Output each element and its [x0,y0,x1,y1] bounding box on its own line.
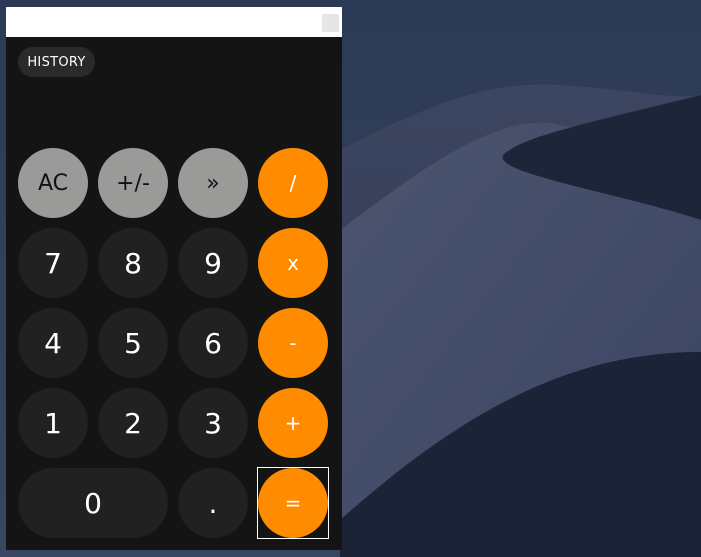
clear-button[interactable]: AC [18,148,88,218]
digit-7-button[interactable]: 7 [18,228,88,298]
calculator-window: HISTORY AC +/- » / 7 8 9 x 4 5 6 - 1 2 3… [6,7,342,550]
digit-4-button[interactable]: 4 [18,308,88,378]
digit-5-button[interactable]: 5 [98,308,168,378]
equals-label: = [258,468,328,538]
backspace-button[interactable]: » [178,148,248,218]
digit-6-button[interactable]: 6 [178,308,248,378]
digit-8-button[interactable]: 8 [98,228,168,298]
subtract-button[interactable]: - [258,308,328,378]
multiply-button[interactable]: x [258,228,328,298]
title-bar[interactable] [6,7,342,37]
decimal-button[interactable]: . [178,468,248,538]
digit-1-button[interactable]: 1 [18,388,88,458]
digit-2-button[interactable]: 2 [98,388,168,458]
equals-button[interactable]: = [257,467,329,539]
result-display [18,87,328,143]
divide-button[interactable]: / [258,148,328,218]
toggle-sign-button[interactable]: +/- [98,148,168,218]
digit-3-button[interactable]: 3 [178,388,248,458]
history-button[interactable]: HISTORY [18,47,95,77]
digit-0-button[interactable]: 0 [18,468,168,538]
close-button[interactable] [322,14,339,32]
add-button[interactable]: + [258,388,328,458]
digit-9-button[interactable]: 9 [178,228,248,298]
